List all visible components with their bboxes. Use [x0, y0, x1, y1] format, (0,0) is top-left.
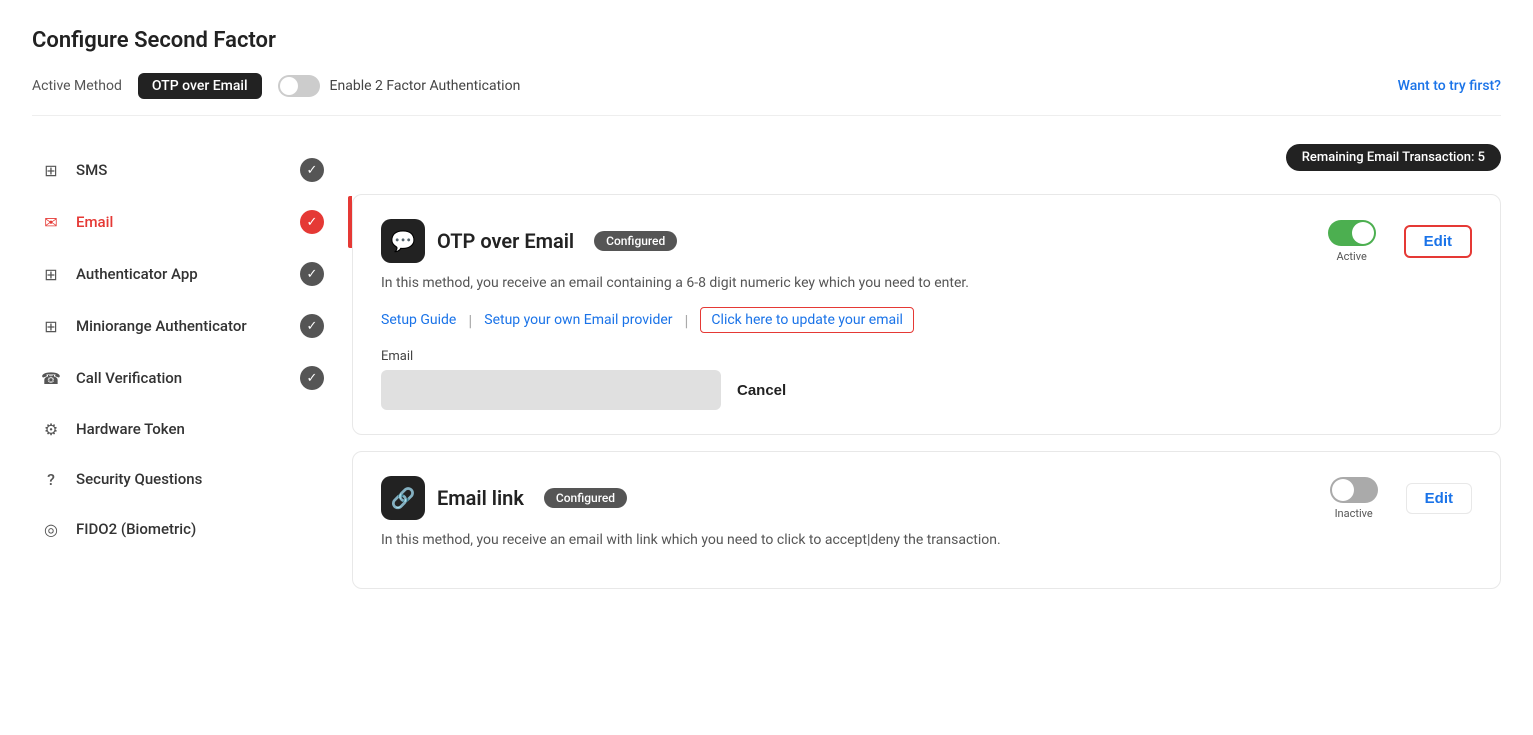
otp-email-toggle-status: Active	[1337, 250, 1367, 263]
header-bar: Active Method OTP over Email Enable 2 Fa…	[32, 73, 1501, 116]
sidebar-item-security-questions[interactable]: ? Security Questions	[32, 454, 332, 504]
sidebar-label-fido2: FIDO2 (Biometric)	[76, 520, 196, 538]
page-wrapper: Configure Second Factor Active Method OT…	[0, 0, 1533, 735]
sidebar-label-call-verification: Call Verification	[76, 369, 182, 387]
miniorange-check-icon: ✓	[300, 314, 324, 338]
content-area: Remaining Email Transaction: 5 💬 OTP ove…	[352, 144, 1501, 704]
cancel-button[interactable]: Cancel	[737, 382, 786, 399]
sidebar-item-email[interactable]: ✉ Email ✓	[32, 196, 332, 248]
email-input-row: Cancel	[381, 370, 1472, 410]
miniorange-icon: ⊞	[40, 315, 62, 337]
method-card-otp-email: 💬 OTP over Email Configured Active Edit …	[352, 194, 1501, 435]
email-link-toggle-status: Inactive	[1335, 507, 1373, 520]
sidebar-item-fido2[interactable]: ◎ FIDO2 (Biometric)	[32, 504, 332, 554]
2fa-toggle[interactable]	[278, 75, 320, 97]
sms-check-icon: ✓	[300, 158, 324, 182]
sidebar-item-call-verification[interactable]: ☎ Call Verification ✓	[32, 352, 332, 404]
method-card-otp-header: 💬 OTP over Email Configured Active Edit	[381, 219, 1472, 263]
security-questions-icon: ?	[40, 468, 62, 490]
update-email-link[interactable]: Click here to update your email	[700, 307, 914, 333]
setup-email-provider-link[interactable]: Setup your own Email provider	[484, 312, 672, 328]
remaining-badge: Remaining Email Transaction: 5	[1286, 144, 1501, 171]
otp-email-method-icon: 💬	[381, 219, 425, 263]
method-card-emaillink-header: 🔗 Email link Configured Inactive Edit	[381, 476, 1472, 520]
email-link-configured-badge: Configured	[544, 488, 627, 508]
email-field-label: Email	[381, 349, 1472, 364]
email-link-toggle[interactable]	[1330, 477, 1378, 503]
sidebar-label-hardware-token: Hardware Token	[76, 420, 185, 438]
email-section: Email Cancel	[381, 349, 1472, 410]
authenticator-app-check-icon: ✓	[300, 262, 324, 286]
sidebar-label-email: Email	[76, 213, 113, 231]
otp-email-configured-badge: Configured	[594, 231, 677, 251]
call-verification-check-icon: ✓	[300, 366, 324, 390]
email-link-title: Email link	[437, 486, 524, 510]
email-link-edit-button[interactable]: Edit	[1406, 483, 1472, 514]
sidebar-item-miniorange[interactable]: ⊞ Miniorange Authenticator ✓	[32, 300, 332, 352]
otp-email-toggle[interactable]	[1328, 220, 1376, 246]
page-title: Configure Second Factor	[32, 28, 1501, 53]
divider-1: |	[468, 311, 472, 330]
sidebar-item-authenticator-app[interactable]: ⊞ Authenticator App ✓	[32, 248, 332, 300]
fido2-icon: ◎	[40, 518, 62, 540]
otp-email-description: In this method, you receive an email con…	[381, 275, 1472, 291]
authenticator-app-icon: ⊞	[40, 263, 62, 285]
sidebar-item-hardware-token[interactable]: ⚙ Hardware Token	[32, 404, 332, 454]
otp-email-title: OTP over Email	[437, 229, 574, 253]
email-check-icon: ✓	[300, 210, 324, 234]
sidebar-label-miniorange: Miniorange Authenticator	[76, 317, 247, 335]
sidebar: ⊞ SMS ✓ ✉ Email ✓ ⊞ Authenticator App	[32, 144, 352, 704]
setup-guide-link[interactable]: Setup Guide	[381, 312, 456, 328]
sidebar-label-authenticator-app: Authenticator App	[76, 265, 198, 283]
otp-email-links-row: Setup Guide | Setup your own Email provi…	[381, 307, 1472, 333]
sidebar-item-sms[interactable]: ⊞ SMS ✓	[32, 144, 332, 196]
call-verification-icon: ☎	[40, 367, 62, 389]
2fa-toggle-label: Enable 2 Factor Authentication	[330, 78, 521, 94]
email-icon: ✉	[40, 211, 62, 233]
sidebar-label-sms: SMS	[76, 161, 107, 179]
active-method-label: Active Method	[32, 78, 122, 94]
method-card-email-link: 🔗 Email link Configured Inactive Edit In…	[352, 451, 1501, 589]
email-link-method-icon: 🔗	[381, 476, 425, 520]
hardware-token-icon: ⚙	[40, 418, 62, 440]
email-link-toggle-area: Inactive	[1330, 477, 1378, 520]
sidebar-label-security-questions: Security Questions	[76, 470, 202, 488]
divider-2: |	[685, 311, 689, 330]
sms-icon: ⊞	[40, 159, 62, 181]
otp-email-toggle-area: Active	[1328, 220, 1376, 263]
want-to-try-link[interactable]: Want to try first?	[1398, 78, 1501, 94]
2fa-toggle-group: Enable 2 Factor Authentication	[278, 75, 521, 97]
otp-email-edit-button[interactable]: Edit	[1404, 225, 1472, 258]
email-link-description: In this method, you receive an email wit…	[381, 532, 1472, 548]
active-method-badge: OTP over Email	[138, 73, 262, 99]
main-layout: ⊞ SMS ✓ ✉ Email ✓ ⊞ Authenticator App	[32, 144, 1501, 704]
email-input[interactable]	[381, 370, 721, 410]
